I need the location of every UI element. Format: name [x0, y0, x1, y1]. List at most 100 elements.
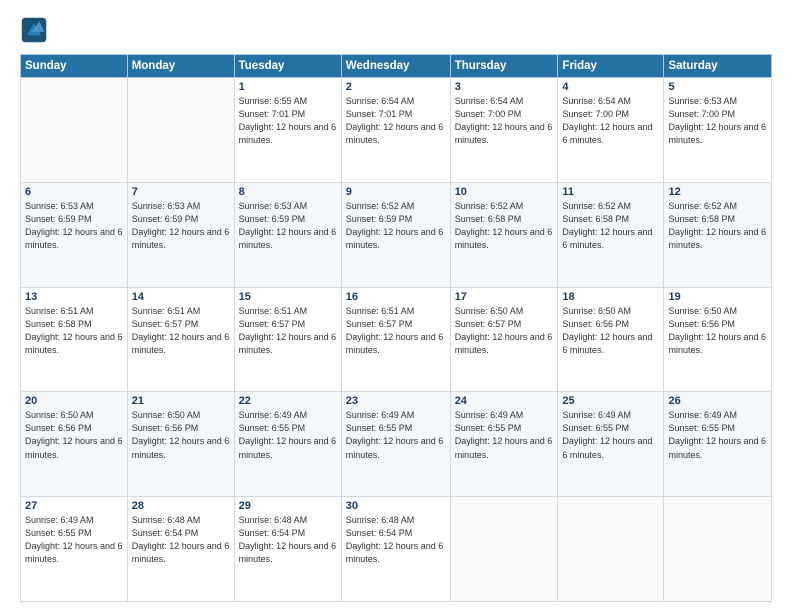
day-info: Sunrise: 6:53 AM Sunset: 6:59 PM Dayligh… [132, 200, 230, 252]
calendar-cell: 16Sunrise: 6:51 AM Sunset: 6:57 PM Dayli… [341, 287, 450, 392]
logo [20, 18, 50, 44]
calendar-cell [558, 497, 664, 602]
day-info: Sunrise: 6:48 AM Sunset: 6:54 PM Dayligh… [239, 514, 337, 566]
day-number: 23 [346, 395, 446, 407]
calendar-week-row: 13 Sunrise: 6:51 AM Sunset: 6:58 PM Dayli… [21, 287, 772, 392]
day-info: Sunrise: 6:49 AM Sunset: 6:55 PM Dayligh… [346, 409, 446, 461]
day-of-week-header: Wednesday [341, 55, 450, 78]
calendar-cell: 17Sunrise: 6:50 AM Sunset: 6:57 PM Dayli… [450, 287, 558, 392]
day-number: 12 [668, 186, 767, 198]
calendar-cell: 8 Sunrise: 6:53 AM Sunset: 6:59 PM Daylig… [234, 182, 341, 287]
calendar-cell: 30 Sunrise: 6:48 AM Sunset: 6:54 PM Dayli… [341, 497, 450, 602]
calendar-week-row: 6 Sunrise: 6:53 AM Sunset: 6:59 PM Daylig… [21, 182, 772, 287]
day-number: 1 [239, 81, 337, 93]
calendar-week-row: 20 Sunrise: 6:50 AM Sunset: 6:56 PM Dayli… [21, 392, 772, 497]
calendar-cell [664, 497, 772, 602]
day-number: 15 [239, 291, 337, 303]
day-number: 2 [346, 81, 446, 93]
day-number: 18 [562, 291, 659, 303]
day-number: 21 [132, 395, 230, 407]
day-info: Sunrise: 6:52 AM Sunset: 6:58 PM Dayligh… [562, 200, 659, 252]
day-info: Sunrise: 6:52 AM Sunset: 6:58 PM Dayligh… [455, 200, 554, 252]
day-info: Sunrise: 6:49 AM Sunset: 6:55 PM Dayligh… [668, 409, 767, 461]
day-info: Sunrise: 6:55 AM Sunset: 7:01 PM Dayligh… [239, 95, 337, 147]
calendar-cell: 11 Sunrise: 6:52 AM Sunset: 6:58 PM Dayli… [558, 182, 664, 287]
calendar-header-row: SundayMondayTuesdayWednesdayThursdayFrid… [21, 55, 772, 78]
calendar-cell: 23 Sunrise: 6:49 AM Sunset: 6:55 PM Dayli… [341, 392, 450, 497]
day-number: 20 [25, 395, 123, 407]
day-number: 22 [239, 395, 337, 407]
day-number: 27 [25, 500, 123, 512]
calendar-cell: 28 Sunrise: 6:48 AM Sunset: 6:54 PM Dayli… [127, 497, 234, 602]
day-info: Sunrise: 6:54 AM Sunset: 7:01 PM Dayligh… [346, 95, 446, 147]
day-number: 14 [132, 291, 230, 303]
calendar-cell: 19 Sunrise: 6:50 AM Sunset: 6:56 PM Dayli… [664, 287, 772, 392]
day-number: 26 [668, 395, 767, 407]
day-number: 7 [132, 186, 230, 198]
calendar-cell [450, 497, 558, 602]
day-number: 25 [562, 395, 659, 407]
day-info: Sunrise: 6:51 AM Sunset: 6:57 PM Dayligh… [346, 305, 446, 357]
day-info: Sunrise: 6:53 AM Sunset: 6:59 PM Dayligh… [25, 200, 123, 252]
day-info: Sunrise: 6:51 AM Sunset: 6:58 PM Dayligh… [25, 305, 123, 357]
day-info: Sunrise: 6:52 AM Sunset: 6:58 PM Dayligh… [668, 200, 767, 252]
day-info: Sunrise: 6:52 AM Sunset: 6:59 PM Dayligh… [346, 200, 446, 252]
day-of-week-header: Friday [558, 55, 664, 78]
day-number: 10 [455, 186, 554, 198]
day-of-week-header: Tuesday [234, 55, 341, 78]
calendar-cell: 10 Sunrise: 6:52 AM Sunset: 6:58 PM Dayli… [450, 182, 558, 287]
day-info: Sunrise: 6:49 AM Sunset: 6:55 PM Dayligh… [25, 514, 123, 566]
calendar-cell: 25Sunrise: 6:49 AM Sunset: 6:55 PM Dayli… [558, 392, 664, 497]
calendar-cell: 3 Sunrise: 6:54 AM Sunset: 7:00 PM Daylig… [450, 78, 558, 183]
day-info: Sunrise: 6:49 AM Sunset: 6:55 PM Dayligh… [239, 409, 337, 461]
day-info: Sunrise: 6:49 AM Sunset: 6:55 PM Dayligh… [455, 409, 554, 461]
day-info: Sunrise: 6:48 AM Sunset: 6:54 PM Dayligh… [132, 514, 230, 566]
calendar-cell: 2 Sunrise: 6:54 AM Sunset: 7:01 PM Daylig… [341, 78, 450, 183]
day-number: 28 [132, 500, 230, 512]
day-number: 30 [346, 500, 446, 512]
calendar-cell: 1 Sunrise: 6:55 AM Sunset: 7:01 PM Daylig… [234, 78, 341, 183]
day-info: Sunrise: 6:50 AM Sunset: 6:56 PM Dayligh… [668, 305, 767, 357]
day-number: 8 [239, 186, 337, 198]
day-number: 24 [455, 395, 554, 407]
calendar-cell: 6 Sunrise: 6:53 AM Sunset: 6:59 PM Daylig… [21, 182, 128, 287]
day-number: 17 [455, 291, 554, 303]
day-number: 29 [239, 500, 337, 512]
calendar-cell: 29 Sunrise: 6:48 AM Sunset: 6:54 PM Dayli… [234, 497, 341, 602]
day-info: Sunrise: 6:53 AM Sunset: 7:00 PM Dayligh… [668, 95, 767, 147]
day-of-week-header: Thursday [450, 55, 558, 78]
day-number: 9 [346, 186, 446, 198]
day-info: Sunrise: 6:54 AM Sunset: 7:00 PM Dayligh… [455, 95, 554, 147]
calendar-cell [127, 78, 234, 183]
day-of-week-header: Monday [127, 55, 234, 78]
calendar-week-row: 27 Sunrise: 6:49 AM Sunset: 6:55 PM Dayli… [21, 497, 772, 602]
day-info: Sunrise: 6:50 AM Sunset: 6:56 PM Dayligh… [562, 305, 659, 357]
day-info: Sunrise: 6:53 AM Sunset: 6:59 PM Dayligh… [239, 200, 337, 252]
calendar-cell: 5Sunrise: 6:53 AM Sunset: 7:00 PM Daylig… [664, 78, 772, 183]
day-info: Sunrise: 6:50 AM Sunset: 6:56 PM Dayligh… [132, 409, 230, 461]
calendar-cell [21, 78, 128, 183]
calendar-week-row: 1 Sunrise: 6:55 AM Sunset: 7:01 PM Daylig… [21, 78, 772, 183]
day-number: 3 [455, 81, 554, 93]
day-number: 6 [25, 186, 123, 198]
day-of-week-header: Sunday [21, 55, 128, 78]
day-info: Sunrise: 6:48 AM Sunset: 6:54 PM Dayligh… [346, 514, 446, 566]
day-number: 11 [562, 186, 659, 198]
day-number: 19 [668, 291, 767, 303]
calendar-cell: 22 Sunrise: 6:49 AM Sunset: 6:55 PM Dayli… [234, 392, 341, 497]
day-info: Sunrise: 6:50 AM Sunset: 6:56 PM Dayligh… [25, 409, 123, 461]
calendar-cell: 14Sunrise: 6:51 AM Sunset: 6:57 PM Dayli… [127, 287, 234, 392]
calendar-cell: 9 Sunrise: 6:52 AM Sunset: 6:59 PM Daylig… [341, 182, 450, 287]
day-info: Sunrise: 6:54 AM Sunset: 7:00 PM Dayligh… [562, 95, 659, 147]
calendar-cell: 4Sunrise: 6:54 AM Sunset: 7:00 PM Daylig… [558, 78, 664, 183]
calendar-cell: 18 Sunrise: 6:50 AM Sunset: 6:56 PM Dayli… [558, 287, 664, 392]
day-info: Sunrise: 6:51 AM Sunset: 6:57 PM Dayligh… [239, 305, 337, 357]
calendar-cell: 20 Sunrise: 6:50 AM Sunset: 6:56 PM Dayli… [21, 392, 128, 497]
calendar-cell: 26 Sunrise: 6:49 AM Sunset: 6:55 PM Dayli… [664, 392, 772, 497]
day-number: 13 [25, 291, 123, 303]
calendar-cell: 12 Sunrise: 6:52 AM Sunset: 6:58 PM Dayli… [664, 182, 772, 287]
calendar-cell: 24 Sunrise: 6:49 AM Sunset: 6:55 PM Dayli… [450, 392, 558, 497]
calendar-cell: 27 Sunrise: 6:49 AM Sunset: 6:55 PM Dayli… [21, 497, 128, 602]
day-of-week-header: Saturday [664, 55, 772, 78]
header [20, 18, 772, 44]
